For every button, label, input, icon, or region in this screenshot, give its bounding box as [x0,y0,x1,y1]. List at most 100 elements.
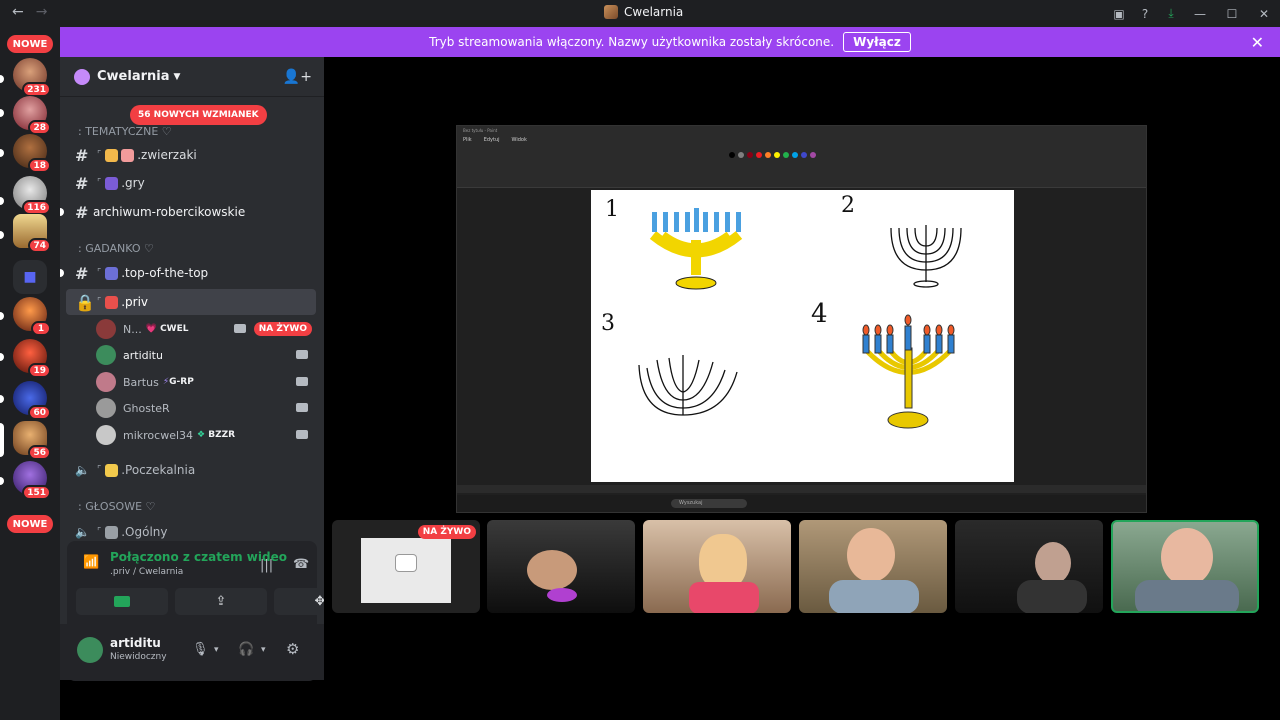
paint-toolbar: Bez tytułu - Paint Plik Edytuj Widok [457,126,1146,188]
inbox-icon[interactable]: ▣ [1106,0,1132,27]
menorah-drawings: 1 2 3 4 [601,193,962,429]
video-tile[interactable] [643,520,791,613]
unread-indicator [60,208,64,216]
connection-signal-icon[interactable]: 📶 [83,555,99,570]
channel-archiwum-robercikowskie[interactable]: # archiwum-robercikowskie [66,199,316,225]
video-tile[interactable] [799,520,947,613]
voice-user-name: Bartus [123,375,159,389]
bell-emoji-icon [105,463,119,477]
server-icon-cwelarnia[interactable]: 56 [13,421,51,460]
chevron-down-icon[interactable]: ▾ [261,645,266,655]
role-tag-text: CWEL [160,324,189,334]
server-icon[interactable]: 18 [13,134,51,173]
server-icon[interactable]: 19 [13,339,51,378]
voice-channel-poczekalnia[interactable]: 🔈 ⌜ .Poczekalnia [66,457,316,483]
video-stage: Bez tytułu - Paint Plik Edytuj Widok 1 2… [324,57,1280,720]
back-arrow-icon[interactable]: ← [12,4,24,20]
user-name[interactable]: artiditu [110,636,161,650]
share-screen-button[interactable]: ⇪ [175,588,267,615]
category-glosowe[interactable]: : GŁOSOWE ♡ [78,500,155,513]
chevron-down-icon[interactable]: ▾ [214,645,219,655]
download-icon[interactable]: ⤓ [1158,0,1184,27]
microphone-icon[interactable]: 🎙 [192,642,209,657]
video-tile[interactable] [955,520,1103,613]
noise-suppression-icon[interactable]: ||| [260,558,273,573]
server-icon[interactable]: 1 [13,297,51,336]
unread-indicator [0,109,4,117]
forward-arrow-icon[interactable]: → [36,4,48,20]
voice-user[interactable]: Bartus ⚡G-RP [96,370,316,394]
camera-icon [296,377,308,386]
voice-user[interactable]: mikrocwel34 ❖ BZZR [96,423,316,447]
avatar[interactable] [77,637,103,663]
live-badge: NA ŻYWO [417,525,476,539]
video-tile-speaking[interactable] [1111,520,1259,613]
voice-connected-subtitle[interactable]: .priv / Cwelarnia [110,567,183,577]
server-icon [604,5,618,19]
channel-gry[interactable]: # ⌜ .gry [66,170,316,196]
headphones-icon[interactable]: 🎧 [238,642,254,657]
channel-priv[interactable]: 🔒 ⌜ .priv [66,289,316,315]
channel-name: .Poczekalnia [121,463,196,477]
unread-indicator [0,353,4,361]
mention-badge: 18 [28,158,51,173]
server-rail: NOWE 231 28 18 116 74 ■ 1 19 60 56 151 N… [0,27,60,720]
camera-icon [234,324,246,333]
unread-indicator [0,197,4,205]
disable-streamer-mode-button[interactable]: Wyłącz [843,32,911,52]
discord-app: ← → Cwelarnia ▣ ? ⤓ — ☐ ✕ Tryb streamowa… [0,0,1280,720]
server-header[interactable]: Cwelarnia ▼ 👤+ [60,57,324,97]
avatar [96,372,116,392]
settings-gear-icon[interactable]: ⚙ [286,640,299,658]
taskbar-search: Wyszukaj [671,499,747,508]
category-gadanko[interactable]: : GADANKO ♡ [78,242,154,255]
participant-face [527,550,577,590]
voice-user[interactable]: artiditu [96,343,316,367]
camera-icon [114,596,130,607]
camera-button[interactable] [76,588,168,615]
screen-share-stream[interactable]: Bez tytułu - Paint Plik Edytuj Widok 1 2… [456,125,1147,513]
server-icon[interactable]: 60 [13,381,51,420]
server-icon[interactable]: 116 [13,176,51,215]
mouse-glow [547,588,577,602]
drawing-number: 1 [605,197,619,222]
close-banner-icon[interactable]: ✕ [1251,33,1264,52]
camera-icon [296,430,308,439]
server-icon[interactable]: 231 [13,58,51,97]
pig-emoji-icon [121,148,135,162]
channel-name: .top-of-the-top [121,266,209,280]
invite-people-icon[interactable]: 👤+ [283,69,312,85]
avatar [96,425,116,445]
channel-top-of-the-top[interactable]: # ⌜ .top-of-the-top [66,260,316,286]
server-icon[interactable]: 151 [13,461,51,500]
voice-user[interactable]: N... 💗 CWEL NA ŻYWO [96,317,316,341]
clapper-emoji-icon [105,266,119,280]
new-mentions-pill[interactable]: 56 NOWYCH WZMIANEK [130,105,267,125]
text-channel-icon: # [75,263,89,283]
disconnect-icon[interactable]: ☎ [293,557,309,572]
channel-name: .priv [121,295,149,309]
video-tile[interactable] [487,520,635,613]
new-unread-pill-top[interactable]: NOWE [7,35,53,53]
help-icon[interactable]: ? [1132,0,1158,27]
channel-prefix: ⌜ [97,465,102,475]
close-window-icon[interactable]: ✕ [1248,0,1280,27]
category-tematyczne[interactable]: : TEMATYCZNE ♡ [78,125,172,138]
lock-icon: 🔒 [75,292,95,312]
channel-zwierzaki[interactable]: # ⌜ .zwierzaki [66,142,316,168]
channel-name: .Ogólny [121,525,168,539]
server-name: Cwelarnia [97,69,170,84]
server-icon[interactable]: 74 [13,214,51,253]
new-unread-pill-bottom[interactable]: NOWE [7,515,53,533]
mention-badge: 28 [28,120,51,135]
voice-user[interactable]: GhosteR [96,396,316,420]
window-controls: ▣ ? ⤓ — ☐ ✕ [1106,0,1280,27]
folder-icon[interactable]: ■ [13,260,47,294]
maximize-icon[interactable]: ☐ [1216,0,1248,27]
server-boost-icon [74,68,90,85]
minimize-icon[interactable]: — [1184,0,1216,27]
unread-indicator [0,231,4,239]
stream-tile[interactable]: NA ŻYWO [332,520,480,613]
live-badge: NA ŻYWO [253,322,312,336]
server-icon[interactable]: 28 [13,96,51,135]
